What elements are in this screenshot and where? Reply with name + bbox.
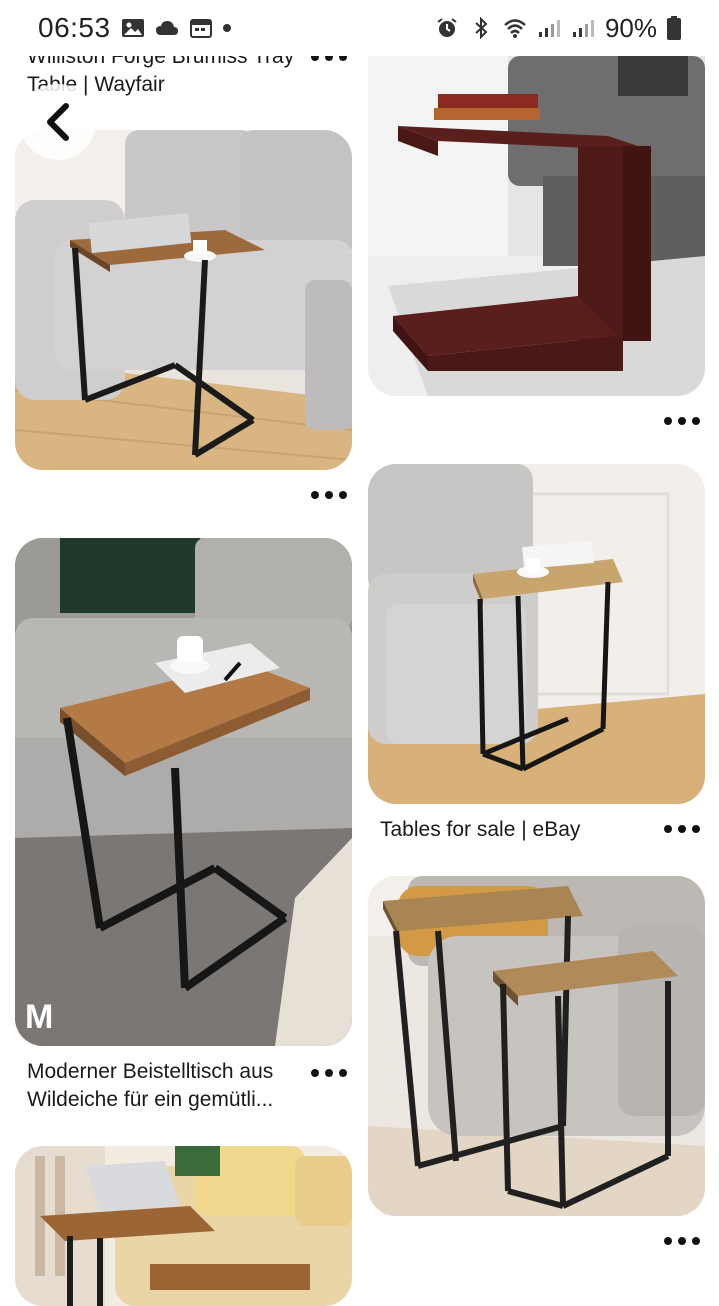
status-bar: 06:53 90% — [0, 0, 719, 56]
battery-icon — [667, 16, 681, 40]
bluetooth-icon — [475, 17, 488, 39]
more-options-button[interactable] — [664, 414, 700, 428]
pin-title[interactable]: Tables for sale | eBay — [380, 816, 650, 844]
watermark-logo: M — [25, 998, 53, 1036]
chevron-left-icon — [47, 103, 69, 141]
pin-image-oak-table: M — [15, 538, 352, 1046]
alarm-icon — [437, 18, 457, 37]
pin-image[interactable] — [15, 1146, 352, 1306]
pin-image[interactable] — [368, 56, 705, 396]
calendar-icon — [189, 19, 212, 38]
back-button[interactable] — [20, 84, 96, 160]
cloud-icon — [155, 21, 178, 35]
pin-image-sofa-side-table — [368, 464, 705, 804]
pin-image[interactable] — [368, 464, 705, 804]
status-time: 06:53 — [38, 12, 111, 43]
pin-image-tray-table — [15, 130, 352, 470]
notification-dot-icon — [222, 24, 231, 32]
status-left: 06:53 — [38, 12, 231, 44]
pin-image[interactable] — [15, 130, 352, 470]
more-options-button[interactable] — [311, 1066, 347, 1080]
status-right: 90% — [435, 13, 681, 44]
battery-percent: 90% — [604, 12, 657, 43]
wifi-icon — [504, 19, 526, 38]
signal-icon-2 — [572, 20, 594, 37]
pin-image[interactable] — [368, 876, 705, 1216]
pin-title[interactable]: Moderner Beistelltisch aus Wildeiche für… — [27, 1058, 302, 1114]
more-options-button[interactable] — [664, 1234, 700, 1248]
pin-image-nesting-tables — [368, 876, 705, 1216]
pin-image[interactable]: M — [15, 538, 352, 1046]
more-options-button[interactable] — [311, 488, 347, 502]
more-options-button[interactable] — [664, 822, 700, 836]
gallery-icon — [121, 19, 144, 37]
pin-image-dark-c-table — [368, 56, 705, 396]
signal-icon — [538, 20, 560, 37]
pin-image-laptop-table — [15, 1146, 352, 1306]
